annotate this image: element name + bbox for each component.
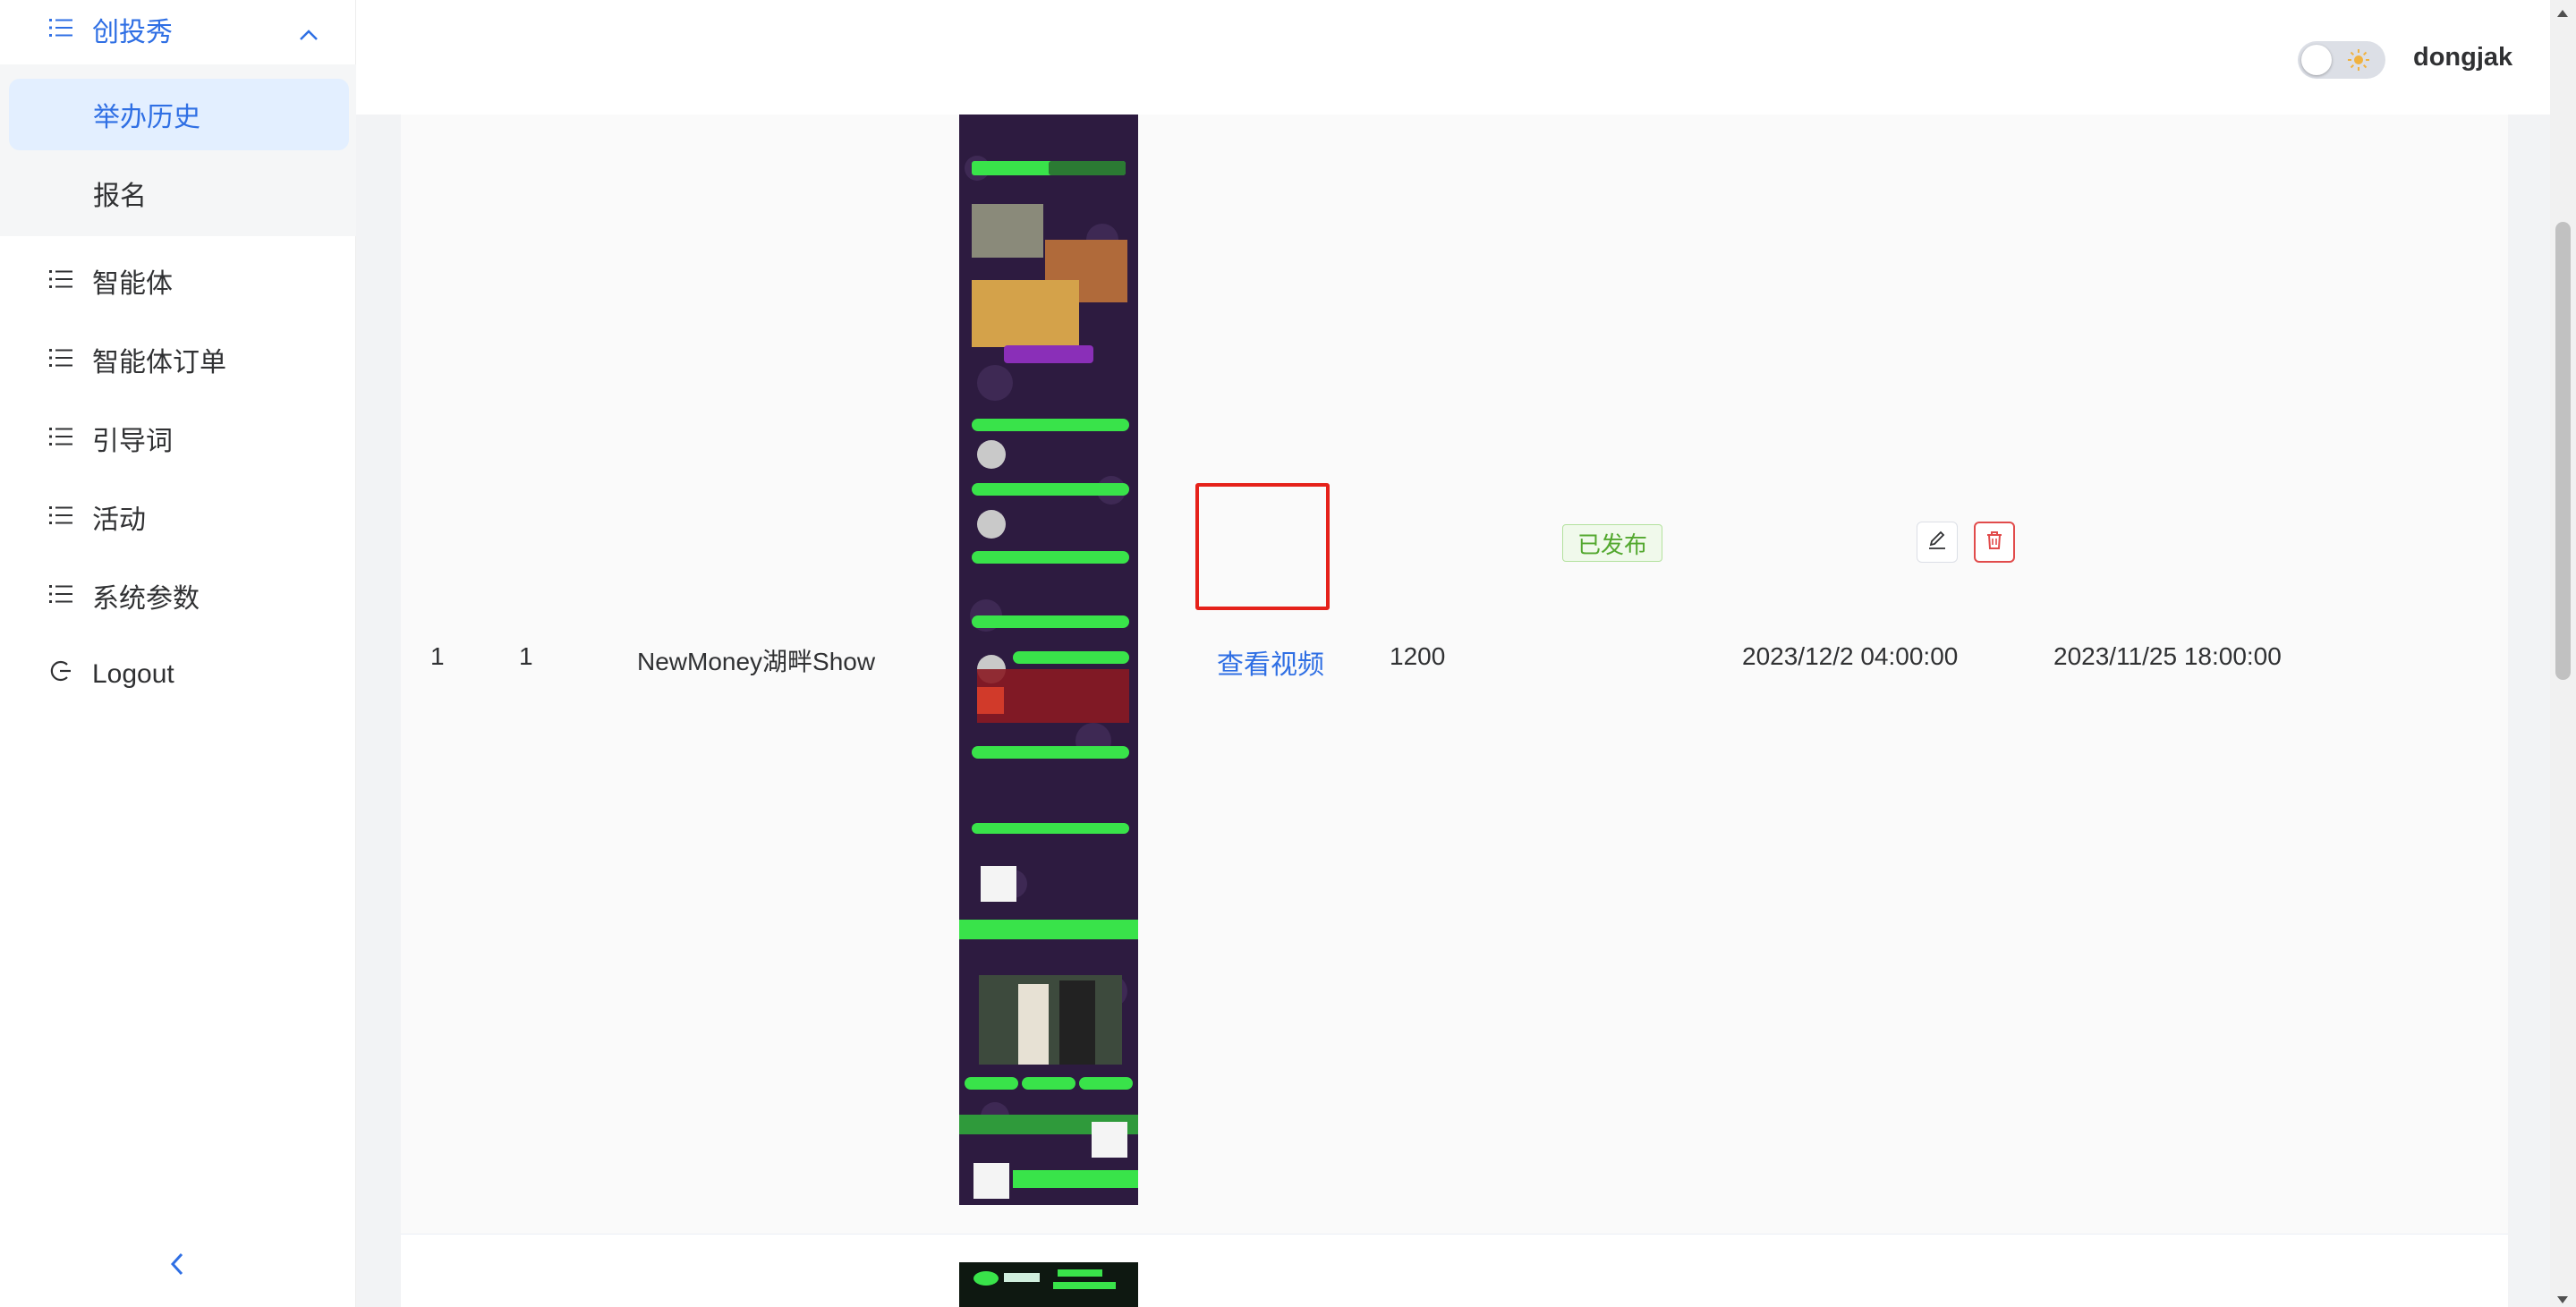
status-badge-label: 已发布	[1577, 530, 1648, 558]
toggle-knob	[2301, 45, 2332, 75]
sidebar-item-label: 智能体订单	[92, 348, 226, 378]
page-scrollbar[interactable]	[2550, 0, 2576, 1307]
collapse-sidebar-button[interactable]	[166, 1251, 188, 1282]
list-icon	[49, 266, 72, 296]
sidebar-group-label: 创投秀	[92, 18, 173, 47]
sidebar-subitem-signup[interactable]: 报名	[9, 157, 349, 229]
username[interactable]: dongjak	[2413, 43, 2512, 72]
sidebar-subitem-label: 举办历史	[93, 103, 200, 132]
list-icon	[49, 581, 72, 611]
list-icon	[49, 423, 72, 454]
sidebar-item-agent-orders[interactable]: 智能体订单	[0, 324, 356, 395]
sidebar-item-label: 引导词	[92, 427, 173, 456]
chevron-up-icon	[299, 18, 319, 48]
sidebar: 创投秀 举办历史 报名 智能体 智能体订单 引导词 活动 系统参数 Logout	[0, 0, 356, 1307]
sidebar-group-chuangtouxiu[interactable]: 创投秀	[0, 0, 356, 59]
list-icon	[49, 14, 72, 45]
edit-icon	[1926, 530, 1948, 556]
event-poster-image	[959, 115, 1138, 1205]
cell-end-time: 2023/11/25 18:00:00	[2053, 642, 2282, 670]
sidebar-subitem-history[interactable]: 举办历史	[9, 79, 349, 150]
sidebar-item-prompts[interactable]: 引导词	[0, 403, 356, 474]
event-poster-image-2	[959, 1262, 1138, 1307]
sidebar-item-logout[interactable]: Logout	[0, 639, 356, 710]
highlight-box	[1195, 483, 1330, 610]
history-table: 1 1 NewMoney湖畔Show 查看视频 1200 已发布 2023/12…	[401, 115, 2508, 1307]
status-badge: 已发布	[1562, 524, 1663, 562]
sidebar-item-label: Logout	[92, 659, 174, 689]
cell-id: 1	[519, 642, 533, 670]
sun-icon	[2347, 48, 2370, 76]
scroll-up-arrow-icon[interactable]	[2557, 5, 2568, 21]
delete-icon	[1984, 530, 2005, 556]
theme-toggle[interactable]	[2298, 41, 2385, 79]
sidebar-item-agents[interactable]: 智能体	[0, 245, 356, 317]
cell-name: NewMoney湖畔Show	[637, 648, 876, 675]
chevron-left-icon	[166, 1252, 188, 1281]
cell-start-time: 2023/12/2 04:00:00	[1742, 642, 1959, 670]
cell-index: 1	[430, 642, 445, 670]
edit-button[interactable]	[1917, 522, 1958, 563]
logout-icon	[49, 659, 72, 690]
delete-button[interactable]	[1974, 522, 2015, 563]
sidebar-item-label: 系统参数	[92, 584, 200, 614]
view-video-link[interactable]: 查看视频	[1217, 642, 1324, 682]
sidebar-item-activities[interactable]: 活动	[0, 481, 356, 553]
cell-count: 1200	[1390, 642, 1446, 670]
list-icon	[49, 502, 72, 532]
sidebar-item-label: 活动	[92, 505, 146, 535]
scroll-down-arrow-icon[interactable]	[2557, 1292, 2568, 1307]
sidebar-item-label: 智能体	[92, 269, 173, 299]
top-header	[356, 0, 2550, 115]
scrollbar-thumb[interactable]	[2555, 222, 2571, 680]
app-root: 创投秀 举办历史 报名 智能体 智能体订单 引导词 活动 系统参数 Logout…	[0, 0, 2576, 1307]
list-icon	[49, 344, 72, 375]
table-row: 1 1 NewMoney湖畔Show 查看视频 1200 已发布 2023/12…	[401, 115, 2508, 1235]
sidebar-subitem-label: 报名	[93, 182, 147, 211]
sidebar-item-system-params[interactable]: 系统参数	[0, 560, 356, 632]
